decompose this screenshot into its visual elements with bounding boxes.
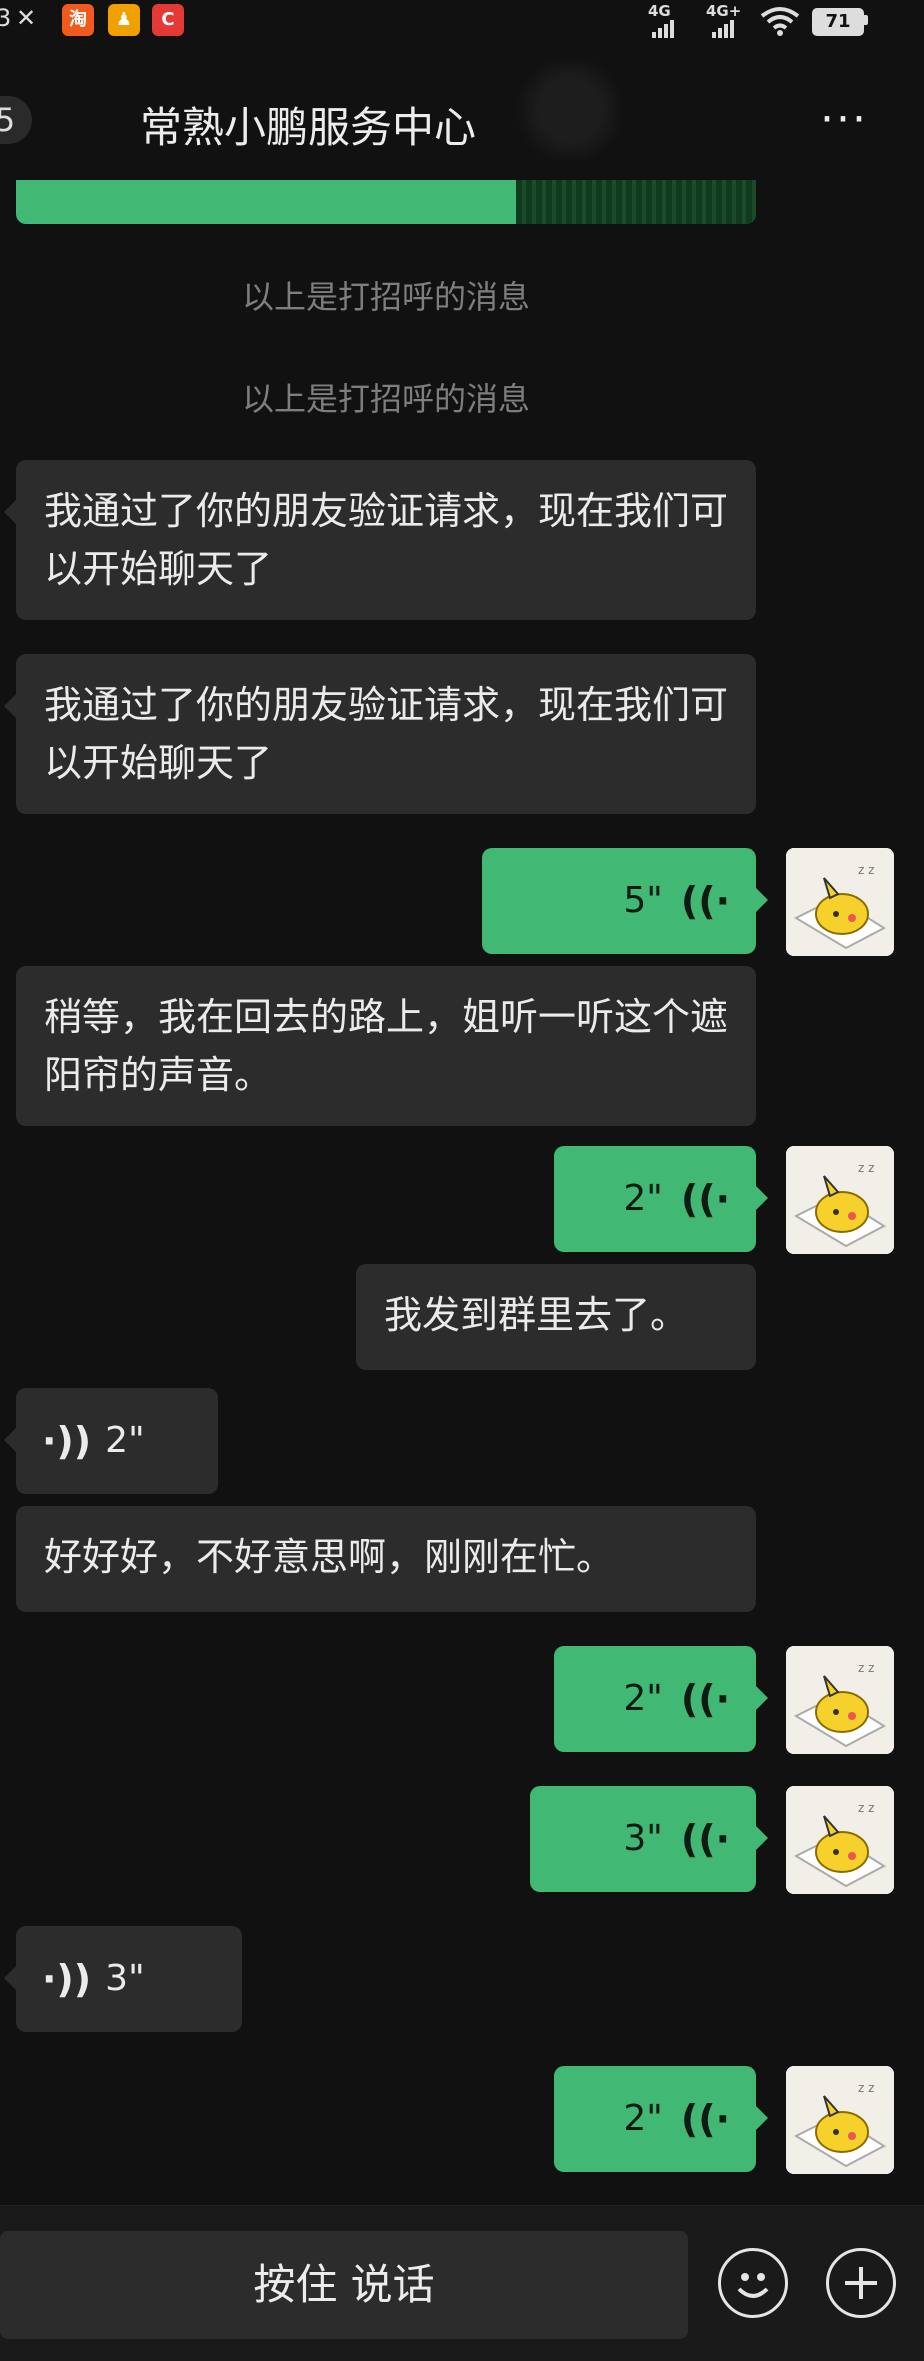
pikachu-avatar-icon: z z [786, 848, 894, 956]
status-x-icon: ✕ [16, 4, 37, 32]
network-type-1: 4G [648, 2, 671, 20]
user-avatar[interactable]: z z [786, 2066, 894, 2174]
battery-icon: 71 [812, 8, 864, 36]
add-more-icon[interactable] [826, 2248, 896, 2318]
incoming-text-message[interactable]: 我通过了你的朋友验证请求，现在我们可以开始聊天了 [4, 654, 756, 814]
camera-app-icon: C [152, 4, 184, 36]
chat-title: 常熟小鹏服务中心 [140, 103, 477, 152]
outgoing-voice-message[interactable]: 2" ((· [554, 1146, 768, 1252]
pikachu-avatar-icon: z z [786, 2066, 894, 2174]
incoming-text-message[interactable]: 好好好，不好意思啊，刚刚在忙。 [16, 1506, 756, 1612]
incoming-voice-message[interactable]: ·)) 2" [4, 1388, 218, 1494]
user-avatar[interactable]: z z [786, 1786, 894, 1894]
taobao-app-icon: 淘 [62, 4, 94, 36]
voice-duration: 3" [105, 1958, 145, 1999]
pikachu-avatar-icon: z z [786, 1786, 894, 1894]
voice-wave-icon: ·)) [42, 1419, 92, 1463]
svg-text:z z: z z [858, 1161, 874, 1175]
system-message: 以上是打招呼的消息 [241, 278, 530, 316]
incoming-text-message[interactable]: 我通过了你的朋友验证请求，现在我们可以开始聊天了 [4, 460, 756, 620]
status-left-glyph: 3 [0, 4, 12, 32]
voice-duration: 2" [623, 2098, 663, 2139]
wifi-icon [760, 7, 800, 36]
voice-wave-icon: ((· [680, 1177, 730, 1221]
voice-duration: 5" [623, 880, 663, 921]
status-bar: 3 ✕ 淘 ♟ C 4G 4G+ 71 [0, 0, 924, 44]
voice-wave-icon: ((· [680, 1677, 730, 1721]
outgoing-text-message[interactable]: 我发到群里去了。 [356, 1264, 756, 1370]
message-text: 好好好，不好意思啊，刚刚在忙。 [44, 1535, 615, 1579]
battery-tip [864, 15, 868, 25]
pikachu-avatar-icon: z z [786, 1146, 894, 1254]
chat-input-bar: 按住 说话 [0, 2205, 924, 2361]
hold-to-talk-button[interactable]: 按住 说话 [0, 2231, 688, 2339]
signal-bars-1-icon [652, 20, 674, 38]
svg-text:z z: z z [858, 2081, 874, 2095]
outgoing-voice-message[interactable]: 2" ((· [554, 1646, 768, 1752]
voice-duration: 2" [623, 1178, 663, 1219]
voice-wave-icon: ((· [680, 879, 730, 923]
user-avatar[interactable]: z z [786, 848, 894, 956]
system-message: 以上是打招呼的消息 [241, 380, 530, 418]
outgoing-voice-message[interactable]: 3" ((· [530, 1786, 768, 1892]
photo-obscured-area [510, 60, 630, 160]
incoming-voice-message[interactable]: ·)) 3" [4, 1926, 242, 2032]
outgoing-voice-message[interactable]: 5" ((· [482, 848, 768, 954]
network-type-2: 4G+ [706, 2, 742, 20]
voice-wave-icon: ·)) [42, 1957, 92, 2001]
more-options-icon[interactable]: ··· [820, 98, 868, 142]
voice-duration: 2" [105, 1420, 145, 1461]
chat-message-list[interactable]: 以上是打招呼的消息 以上是打招呼的消息 我通过了你的朋友验证请求，现在我们可以开… [0, 180, 924, 2205]
voice-wave-icon: ((· [680, 2097, 730, 2141]
message-text: 稍等，我在回去的路上，姐听一听这个遮阳帘的声音。 [44, 995, 729, 1097]
svg-text:z z: z z [858, 1801, 874, 1815]
voice-duration: 3" [623, 1818, 663, 1859]
incoming-text-message[interactable]: 稍等，我在回去的路上，姐听一听这个遮阳帘的声音。 [16, 966, 756, 1126]
voice-duration: 2" [623, 1678, 663, 1719]
outgoing-voice-message[interactable]: 2" ((· [554, 2066, 768, 2172]
emoji-icon[interactable] [718, 2248, 788, 2318]
message-text: 我通过了你的朋友验证请求，现在我们可以开始聊天了 [44, 489, 729, 591]
user-app-icon: ♟ [108, 4, 140, 36]
user-avatar[interactable]: z z [786, 1646, 894, 1754]
pikachu-avatar-icon: z z [786, 1646, 894, 1754]
user-avatar[interactable]: z z [786, 1146, 894, 1254]
clipped-image-message[interactable] [16, 180, 756, 224]
voice-wave-icon: ((· [680, 1817, 730, 1861]
message-text: 我通过了你的朋友验证请求，现在我们可以开始聊天了 [44, 683, 729, 785]
signal-bars-2-icon [712, 20, 734, 38]
back-unread-badge[interactable]: 5 [0, 96, 32, 144]
svg-text:z z: z z [858, 1661, 874, 1675]
svg-text:z z: z z [858, 863, 874, 877]
message-text: 我发到群里去了。 [384, 1293, 689, 1337]
